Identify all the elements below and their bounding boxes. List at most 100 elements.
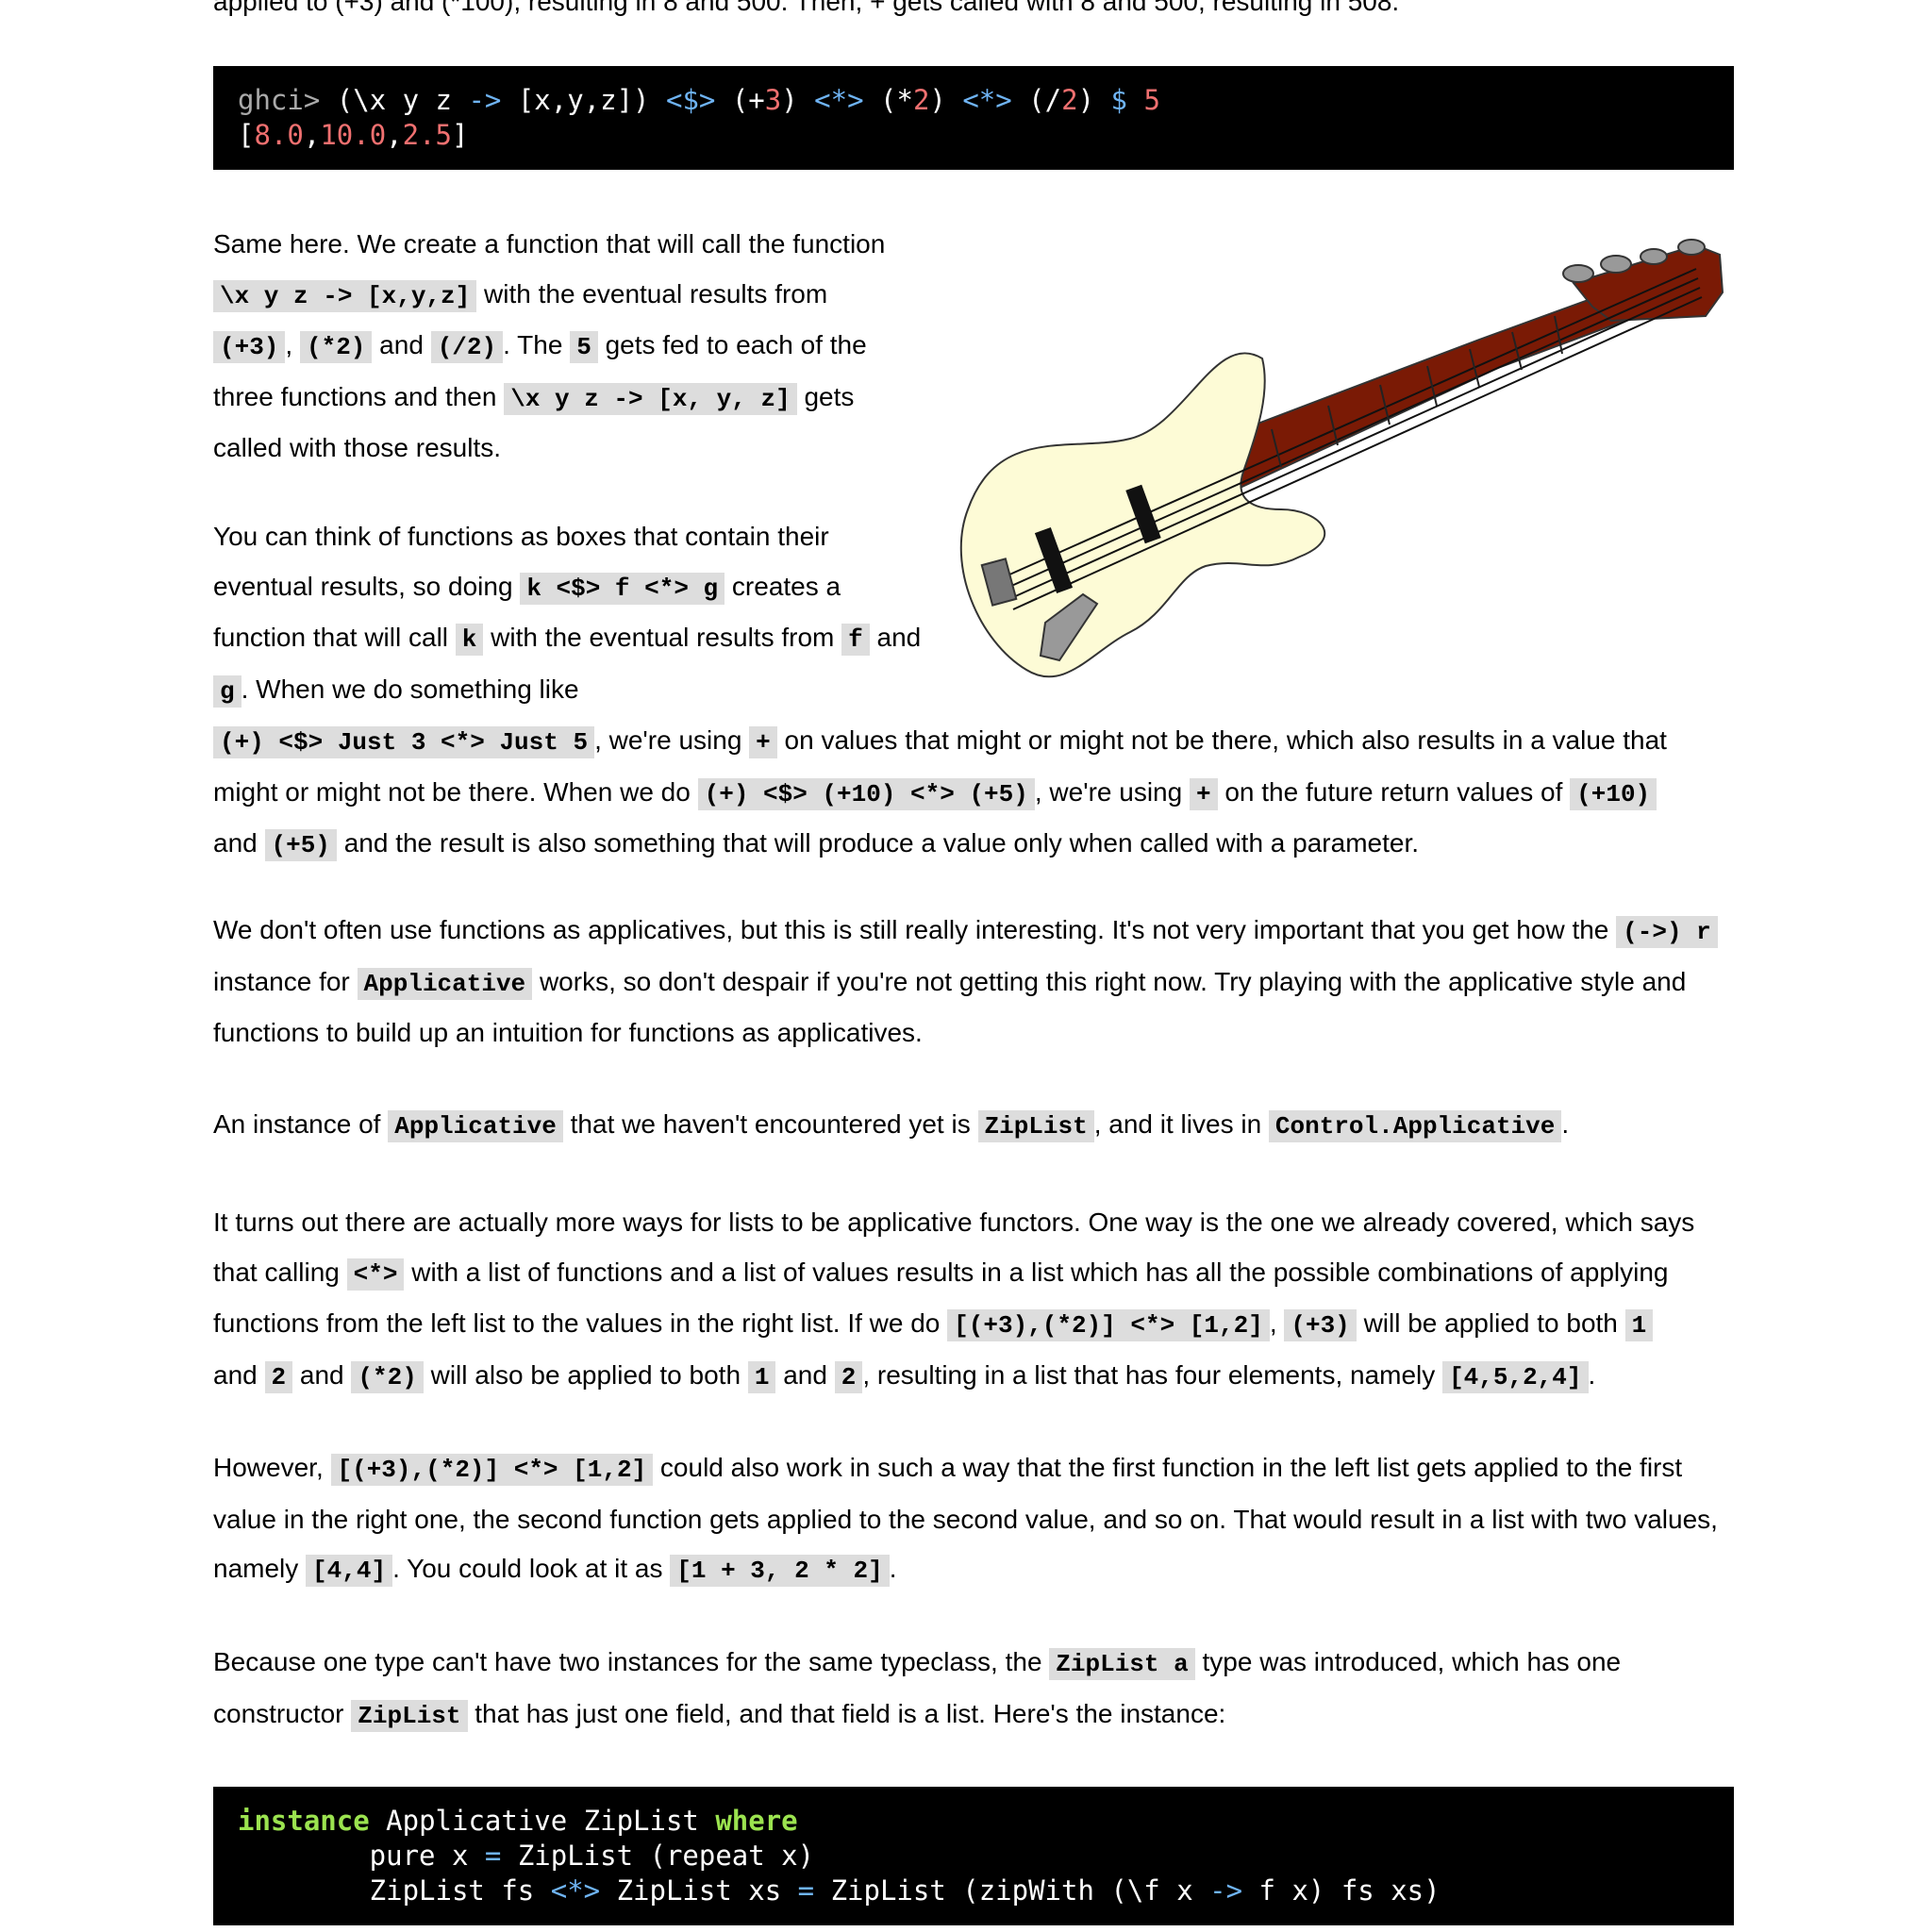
inline-code: 2: [834, 1360, 863, 1393]
text: eventual results, so doing: [213, 571, 521, 601]
inline-code: 1: [1624, 1309, 1654, 1341]
text: on values that might or might not be the…: [776, 725, 1667, 755]
code-text: ZipList (repeat x): [501, 1840, 815, 1872]
text: functions to build up an intuition for f…: [213, 1018, 923, 1047]
inline-code: g: [213, 675, 242, 708]
text: .: [889, 1554, 897, 1583]
inline-code: (->) r: [1616, 916, 1718, 948]
inline-code: +: [1189, 777, 1218, 810]
text: .: [1561, 1109, 1570, 1139]
tuning-peg: [1677, 239, 1706, 256]
text: We don't often use functions as applicat…: [213, 915, 1617, 944]
code-text: ZipList fs: [238, 1874, 551, 1907]
text: that we haven't encountered yet is: [562, 1109, 978, 1139]
text: ,: [285, 330, 300, 359]
tuning-peg: [1640, 248, 1668, 265]
ziplist-instance-code-block: instance Applicative ZipList where pure …: [213, 1787, 1734, 1925]
code-operator: =: [484, 1840, 502, 1872]
top-fragment-text: applied to (+3) and (*100), resulting in…: [213, 0, 1400, 16]
code-operator: <$>: [665, 84, 716, 116]
code-number: 3: [764, 84, 782, 116]
code-operator: ->: [1209, 1874, 1243, 1907]
text: However,: [213, 1453, 331, 1482]
text: will be applied to both: [1356, 1308, 1625, 1338]
text: instance for: [213, 966, 358, 996]
text: could also work in such a way that the f…: [653, 1453, 1683, 1482]
ghci-prompt: ghci>: [238, 84, 321, 116]
code-keyword: instance: [238, 1805, 370, 1837]
inline-code: <*>: [346, 1257, 405, 1291]
text: functions from the left list to the valu…: [213, 1308, 948, 1338]
inline-code: (+3): [1284, 1309, 1357, 1341]
code-operator: $: [1110, 84, 1127, 116]
code-text: pure x: [238, 1840, 485, 1872]
inline-code: Control.Applicative: [1268, 1110, 1562, 1142]
paragraph-ziplist-type: Because one type can't have two instance…: [213, 1638, 1621, 1740]
code-text: [: [238, 119, 255, 151]
text: , and it lives in: [1093, 1109, 1269, 1139]
code-operator: <*>: [550, 1874, 601, 1907]
text: Same here. We create a function that wil…: [213, 229, 886, 258]
code-operator: ->: [468, 84, 502, 116]
text: gets fed to each of the: [597, 330, 867, 359]
text: with the eventual results from: [476, 278, 828, 308]
inline-code: Applicative: [357, 967, 533, 1000]
text: and: [213, 1359, 265, 1390]
code-text: ): [1077, 84, 1111, 116]
inline-code: k: [455, 624, 484, 656]
code-operator: =: [797, 1874, 815, 1907]
ghci-code-block: ghci> (\x y z -> [x,y,z]) <$> (+3) <*> (…: [213, 66, 1734, 170]
text: It turns out there are actually more way…: [213, 1208, 1695, 1237]
code-number: 10.0: [320, 119, 387, 151]
code-text: ZipList (zipWith (\f x: [814, 1874, 1210, 1907]
paragraph-however: However, [(+3),(*2)] <*> [1,2] could als…: [213, 1443, 1718, 1596]
inline-code: [1 + 3, 2 * 2]: [670, 1555, 890, 1587]
text: Because one type can't have two instance…: [213, 1647, 1050, 1676]
text: value in the right one, the second funct…: [213, 1504, 1718, 1534]
code-text: ,: [303, 119, 321, 151]
text: gets: [796, 381, 855, 411]
text: will also be applied to both: [423, 1359, 748, 1390]
text: that has just one field, and that field …: [467, 1698, 1226, 1728]
text: and: [775, 1359, 835, 1390]
inline-code: [(+3),(*2)] <*> [1,2]: [947, 1309, 1270, 1341]
inline-code: k <$> f <*> g: [520, 572, 725, 605]
text: called with those results.: [213, 433, 502, 462]
text: ,: [1269, 1308, 1285, 1338]
paragraph-same-here: Same here. We create a function that wil…: [213, 220, 885, 474]
text: and: [213, 828, 265, 858]
text: and: [869, 623, 922, 652]
inline-code: Applicative: [388, 1110, 563, 1142]
top-cut-off-line: applied to (+3) and (*100), resulting in…: [213, 0, 1734, 17]
inline-code: (+) <$> (+10) <*> (+5): [697, 777, 1035, 810]
tuning-peg: [1600, 255, 1632, 274]
paragraph-ziplist-intro: An instance of Applicative that we haven…: [213, 1100, 1569, 1152]
text: namely: [213, 1554, 307, 1583]
code-text: f x) fs xs): [1242, 1874, 1441, 1907]
text: .: [1588, 1359, 1596, 1390]
text: with the eventual results from: [483, 623, 842, 652]
inline-code: 2: [264, 1360, 293, 1393]
code-text: ,: [386, 119, 403, 151]
code-text: (+: [715, 84, 765, 116]
tuning-peg: [1562, 264, 1594, 283]
code-text: ): [929, 84, 963, 116]
inline-code: ZipList: [351, 1699, 468, 1732]
text: . You could look at it as: [392, 1554, 671, 1583]
code-text: Applicative ZipList: [369, 1805, 716, 1837]
text: works, so don't despair if you're not ge…: [532, 966, 1687, 996]
text: and: [292, 1359, 352, 1390]
text: You can think of functions as boxes that…: [213, 522, 829, 551]
inline-code: [(+3),(*2)] <*> [1,2]: [330, 1454, 654, 1486]
inline-code: ZipList: [977, 1110, 1094, 1142]
inline-code: (+5): [264, 829, 337, 861]
text: constructor: [213, 1698, 352, 1728]
code-number: 2: [1061, 84, 1078, 116]
text: three functions and then: [213, 381, 505, 411]
text: function that will call: [213, 623, 456, 652]
text: type was introduced, which has one: [1194, 1647, 1622, 1676]
inline-code: +: [749, 726, 777, 758]
paragraph-functions-applicatives: We don't often use functions as applicat…: [213, 906, 1718, 1058]
inline-code: [4,4]: [306, 1555, 393, 1587]
